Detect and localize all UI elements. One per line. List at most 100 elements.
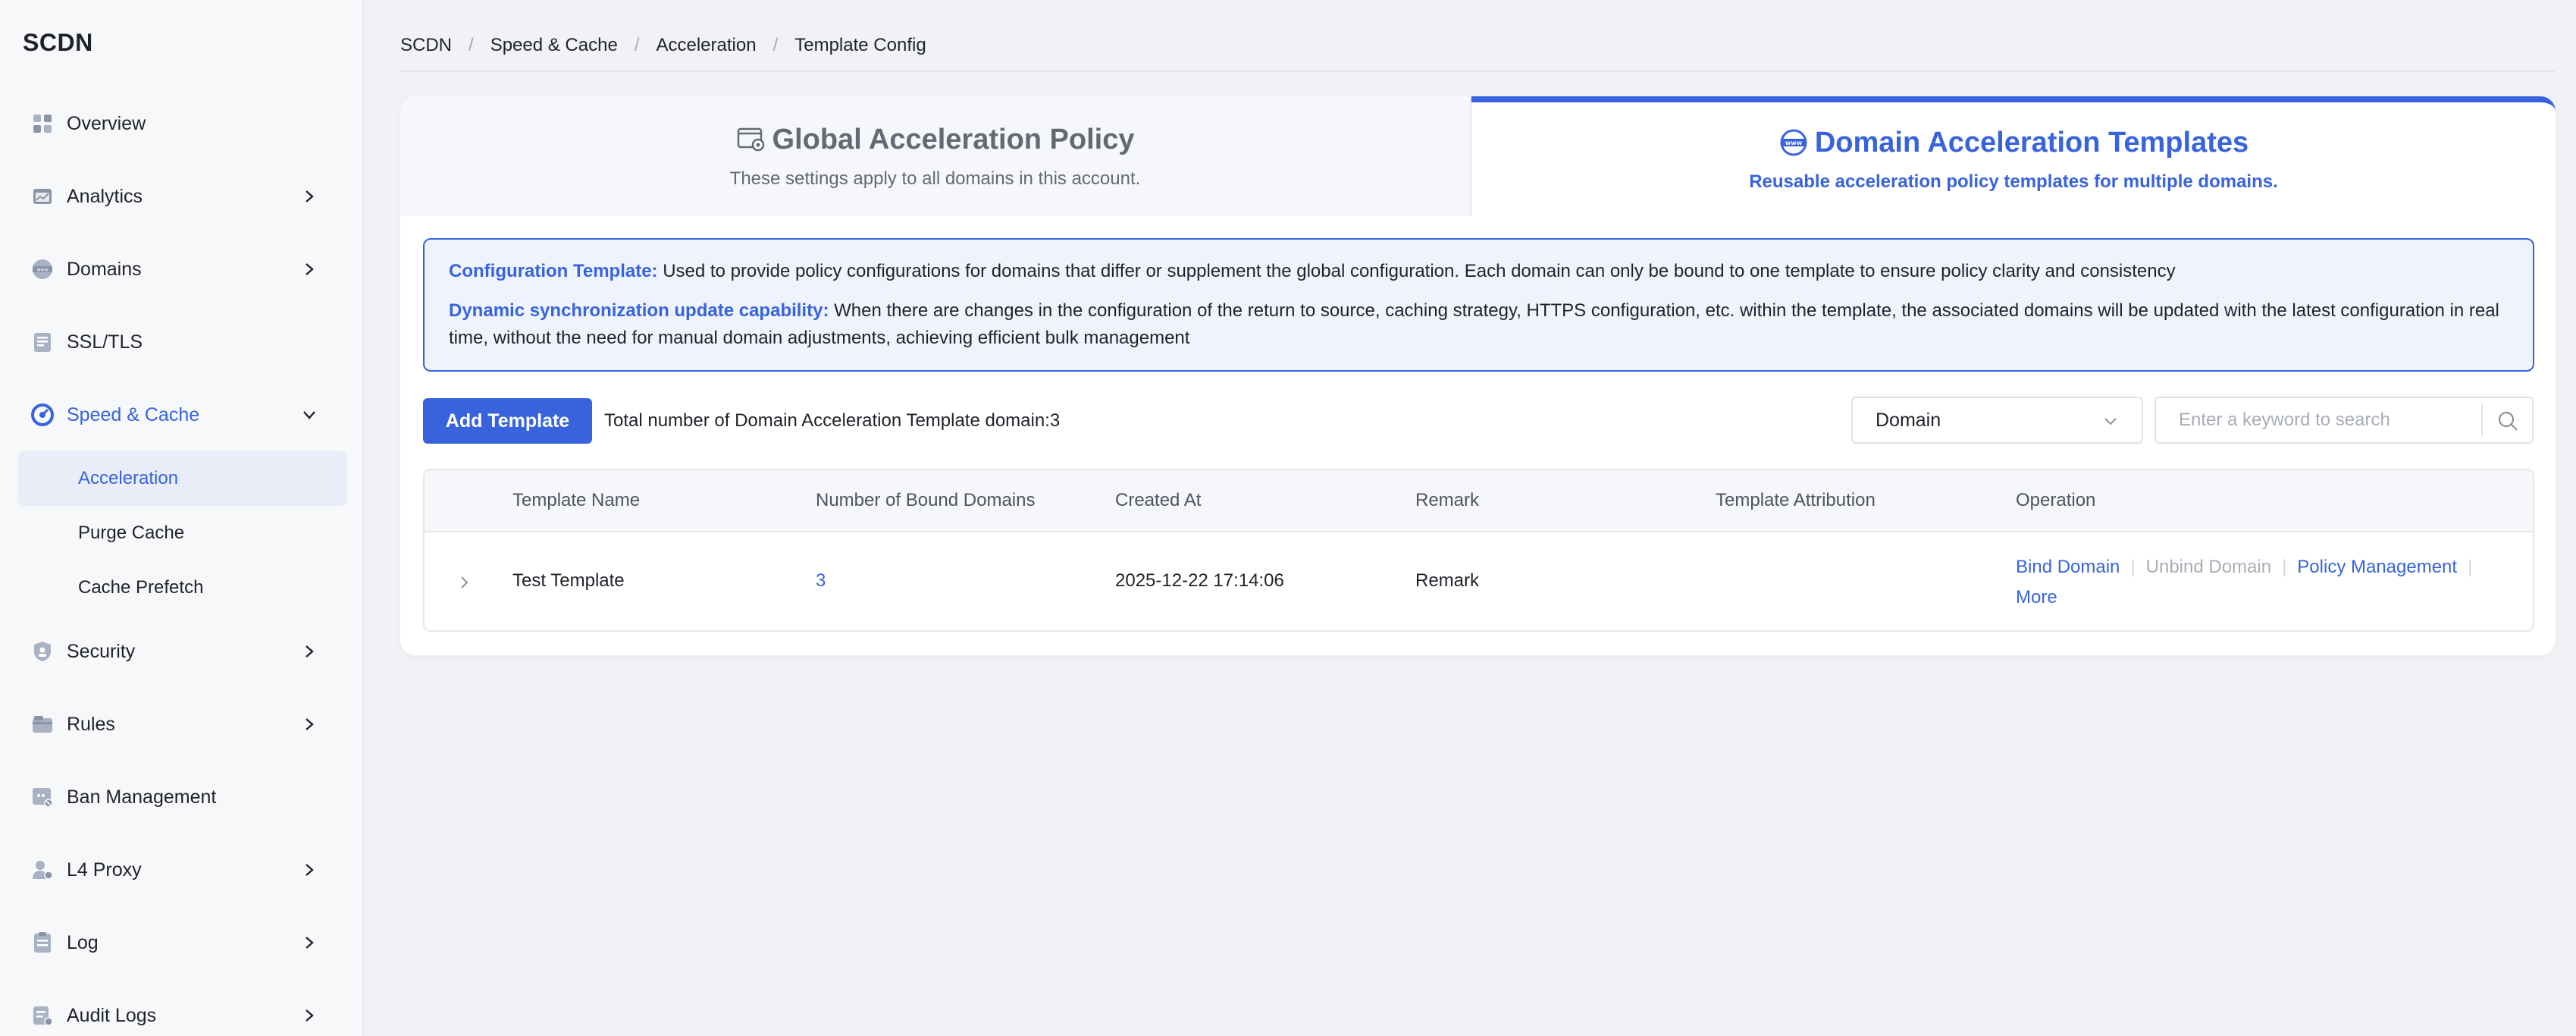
op-separator: | (2130, 557, 2136, 577)
chart-icon (30, 184, 55, 209)
sidebar-item-label: Ban Management (67, 786, 217, 808)
svg-text:www: www (1785, 140, 1803, 146)
main-card: Global Acceleration Policy These setting… (400, 96, 2556, 655)
chevron-right-icon (300, 1006, 318, 1025)
sidebar-item-label: Rules (67, 713, 115, 735)
column-header-template-attribution: Template Attribution (1716, 490, 1876, 510)
user-proxy-icon (30, 858, 55, 882)
search-input[interactable] (2156, 398, 2482, 442)
tab-title-text: Global Acceleration Policy (772, 123, 1135, 155)
filter-field-select[interactable]: Domain (1851, 397, 2143, 444)
sidebar-subitem-acceleration[interactable]: Acceleration (18, 451, 347, 506)
breadcrumb-divider (400, 71, 2555, 72)
search-box (2155, 397, 2534, 444)
add-template-button[interactable]: Add Template (423, 398, 592, 444)
ban-icon (30, 785, 55, 809)
cell-created-at: 2025-12-22 17:14:06 (1115, 570, 1284, 591)
sidebar-item-log[interactable]: Log (0, 906, 364, 979)
chevron-right-icon (300, 715, 318, 733)
sidebar-item-security[interactable]: Security (0, 615, 364, 688)
breadcrumb-item-scdn[interactable]: SCDN (400, 35, 452, 56)
column-header-created-at: Created At (1115, 490, 1202, 510)
sidebar-nav: Overview Analytics www Domains SSL/TLS S… (0, 87, 364, 1036)
folder-icon (30, 712, 55, 736)
cell-bound-domains-link[interactable]: 3 (816, 570, 826, 592)
sidebar-item-label: SSL/TLS (67, 331, 143, 353)
breadcrumb: SCDN / Speed & Cache / Acceleration / Te… (400, 35, 926, 56)
policy-management-link[interactable]: Policy Management (2297, 557, 2457, 577)
bind-domain-link[interactable]: Bind Domain (2016, 557, 2120, 577)
breadcrumb-item-template-config: Template Config (794, 35, 926, 55)
certificate-icon (30, 330, 55, 354)
tab-global-acceleration-policy[interactable]: Global Acceleration Policy These setting… (400, 96, 1471, 216)
sidebar-item-speed-cache[interactable]: Speed & Cache (0, 378, 364, 451)
speedometer-icon (30, 403, 55, 427)
chevron-down-icon (300, 406, 318, 424)
cell-operations: Bind Domain | Unbind Domain | Policy Managem… (2016, 552, 2516, 613)
select-value: Domain (1876, 409, 1941, 431)
template-table: Template Name Number of Bound Domains Cr… (423, 469, 2534, 632)
shield-icon (30, 639, 55, 664)
chevron-right-icon (300, 861, 318, 879)
sidebar-item-domains[interactable]: www Domains (0, 233, 364, 306)
tab-domain-acceleration-templates[interactable]: www Domain Acceleration Templates Reusab… (1471, 96, 2556, 216)
info-line-config: Configuration Template: Used to provide … (449, 258, 2509, 285)
column-header-template-name: Template Name (512, 490, 641, 510)
more-link[interactable]: More (2016, 587, 2057, 607)
sidebar-subitem-purge-cache[interactable]: Purge Cache (0, 506, 364, 560)
chevron-down-icon (2102, 413, 2119, 429)
sidebar-subitem-cache-prefetch[interactable]: Cache Prefetch (0, 560, 364, 615)
breadcrumb-separator: / (469, 35, 474, 55)
sidebar-item-label: Overview (67, 112, 146, 134)
sidebar-item-ban-management[interactable]: Ban Management (0, 761, 364, 834)
breadcrumb-separator: / (634, 35, 640, 55)
tab-subtitle: Reusable acceleration policy templates f… (1749, 171, 2278, 192)
sidebar-item-l4-proxy[interactable]: L4 Proxy (0, 834, 364, 906)
info-banner: Configuration Template: Used to provide … (423, 238, 2534, 372)
chevron-right-icon (300, 642, 318, 661)
sidebar-item-rules[interactable]: Rules (0, 688, 364, 761)
breadcrumb-separator: / (772, 35, 779, 55)
audit-icon (30, 1003, 55, 1028)
sidebar-item-audit-logs[interactable]: Audit Logs (0, 979, 364, 1036)
breadcrumb-item-acceleration[interactable]: Acceleration (656, 35, 756, 56)
sidebar-item-analytics[interactable]: Analytics (0, 160, 364, 233)
sidebar: SCDN Overview Analytics www Domains SSL/… (0, 0, 364, 1036)
tab-subtitle: These settings apply to all domains in t… (729, 168, 1141, 189)
sidebar-item-label: Domains (67, 258, 142, 280)
sidebar-item-label: Speed & Cache (67, 403, 200, 425)
info-label: Configuration Template: (449, 261, 658, 281)
sidebar-item-label: Log (67, 931, 99, 953)
brand-logo: SCDN (23, 29, 93, 56)
unbind-domain-link[interactable]: Unbind Domain (2146, 557, 2271, 577)
search-divider (2481, 404, 2483, 436)
chevron-right-icon (300, 187, 318, 206)
expand-row-icon[interactable] (455, 573, 473, 592)
table-header: Template Name Number of Bound Domains Cr… (425, 470, 2533, 532)
table-row: Test Template 3 2025-12-22 17:14:06 Rema… (425, 532, 2533, 630)
info-text: Used to provide policy configurations fo… (657, 261, 2176, 281)
op-separator: | (2282, 557, 2287, 577)
sidebar-item-label: Security (67, 640, 136, 662)
sidebar-item-overview[interactable]: Overview (0, 87, 364, 160)
op-separator: | (2468, 557, 2473, 577)
tab-title: Global Acceleration Policy (736, 123, 1135, 156)
sidebar-item-label: L4 Proxy (67, 859, 142, 881)
info-line-sync: Dynamic synchronization update capabilit… (449, 297, 2509, 352)
sidebar-item-label: Audit Logs (67, 1004, 157, 1026)
column-header-remark: Remark (1415, 490, 1480, 510)
cell-remark: Remark (1415, 570, 1480, 591)
tab-title-text: Domain Acceleration Templates (1814, 126, 2249, 159)
sidebar-item-ssl-tls[interactable]: SSL/TLS (0, 306, 364, 378)
chevron-right-icon (300, 934, 318, 952)
document-icon (30, 931, 55, 955)
tab-title: www Domain Acceleration Templates (1778, 127, 2249, 159)
breadcrumb-item-speed-cache[interactable]: Speed & Cache (490, 35, 618, 56)
info-label: Dynamic synchronization update capabilit… (449, 300, 829, 321)
globe-icon: www (30, 257, 55, 281)
total-count-text: Total number of Domain Acceleration Temp… (604, 410, 1061, 431)
grid-icon (30, 111, 55, 136)
cell-template-name: Test Template (512, 570, 625, 591)
search-icon[interactable] (2496, 410, 2519, 432)
column-header-operation: Operation (2016, 490, 2096, 510)
